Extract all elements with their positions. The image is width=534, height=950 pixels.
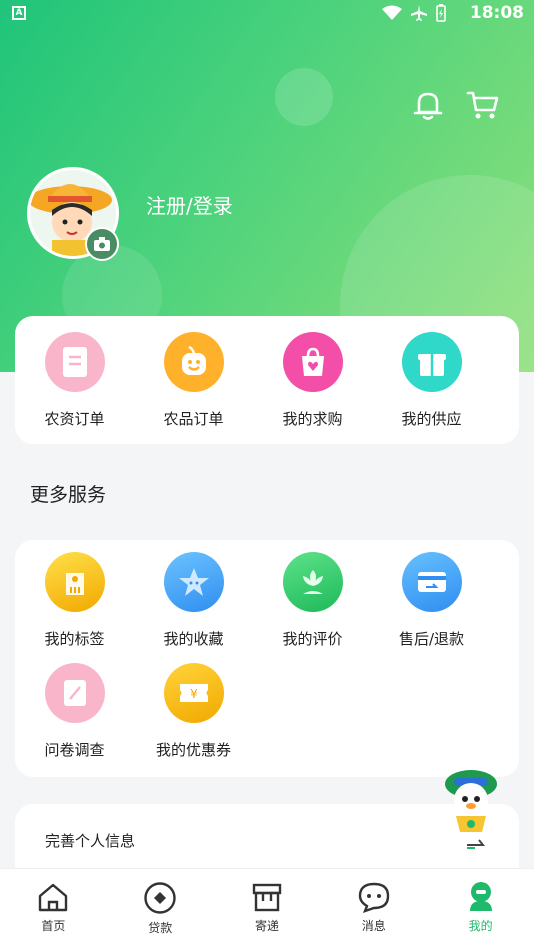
order-item-farm-products[interactable]: 农品订单 — [134, 332, 253, 429]
clock: 18:08 — [469, 3, 524, 23]
tab-label: 我的 — [468, 919, 493, 933]
tab-label: 消息 — [361, 919, 386, 933]
order-item-purchase-requests[interactable]: 我的求购 — [253, 332, 372, 429]
section-title-more-services: 更多服务 — [30, 484, 107, 506]
delivery-box-icon — [252, 883, 282, 912]
more-services-card: 我的标签 我的收藏 我的评价 售后/退款 问卷调查 ¥ 我的优惠券 — [15, 540, 519, 777]
order-item-label: 我的求购 — [282, 410, 343, 428]
service-item-label: 我的优惠券 — [155, 741, 231, 759]
refund-card-icon — [401, 552, 462, 612]
fruit-face-icon — [163, 332, 224, 392]
tab-label: 寄递 — [254, 919, 279, 933]
service-item-reviews[interactable]: 我的评价 — [253, 552, 372, 649]
order-item-agri-supplies[interactable]: 农资订单 — [15, 332, 134, 429]
star-icon — [163, 552, 224, 612]
tag-icon — [44, 552, 105, 612]
loan-icon — [144, 882, 176, 914]
service-item-label: 我的标签 — [44, 630, 105, 648]
tab-loan[interactable]: 贷款 — [107, 869, 214, 950]
service-item-survey[interactable]: 问卷调查 — [15, 663, 134, 760]
service-item-label: 我的收藏 — [163, 630, 224, 648]
mascot-assistant-icon[interactable] — [440, 766, 502, 838]
orders-card: 农资订单 农品订单 我的求购 我的供应 — [15, 316, 519, 444]
order-item-label: 农资订单 — [44, 410, 105, 428]
tab-home[interactable]: 首页 — [0, 869, 107, 950]
tab-label: 首页 — [41, 919, 66, 933]
service-item-label: 问卷调查 — [44, 741, 105, 759]
order-item-my-supply[interactable]: 我的供应 — [372, 332, 491, 429]
bell-icon[interactable] — [411, 88, 445, 122]
cart-icon[interactable] — [466, 88, 500, 122]
flower-icon — [282, 552, 343, 612]
survey-icon — [44, 663, 105, 723]
service-item-tags[interactable]: 我的标签 — [15, 552, 134, 649]
complete-profile-title: 完善个人信息 — [45, 832, 136, 850]
service-item-coupons[interactable]: ¥ 我的优惠券 — [134, 663, 253, 760]
bottom-tab-bar: 首页 贷款 寄递 消息 我的 — [0, 868, 534, 950]
login-register-link[interactable]: 注册/登录 — [146, 190, 233, 219]
decor-bubble — [275, 68, 333, 126]
airplane-icon — [411, 5, 427, 21]
service-item-label: 我的评价 — [282, 630, 343, 648]
coupon-icon: ¥ — [163, 663, 224, 723]
home-icon — [39, 883, 68, 912]
service-item-favorites[interactable]: 我的收藏 — [134, 552, 253, 649]
notification-a-icon: A — [12, 6, 26, 20]
tab-mine[interactable]: 我的 — [427, 869, 534, 950]
camera-icon[interactable] — [85, 227, 119, 261]
wifi-icon — [382, 5, 402, 20]
document-icon — [44, 332, 105, 392]
service-item-label: 售后/退款 — [398, 630, 465, 648]
service-item-after-sales[interactable]: 售后/退款 — [372, 552, 491, 649]
tab-delivery[interactable]: 寄递 — [214, 869, 321, 950]
message-icon — [358, 882, 389, 913]
gift-box-icon — [401, 332, 462, 392]
tab-messages[interactable]: 消息 — [320, 869, 427, 950]
tab-label: 贷款 — [148, 921, 173, 935]
svg-text:¥: ¥ — [190, 687, 198, 701]
profile-icon — [469, 882, 492, 911]
status-bar: A 18:08 — [0, 0, 534, 28]
battery-icon — [436, 4, 446, 22]
shopping-bag-heart-icon — [282, 332, 343, 392]
order-item-label: 农品订单 — [163, 410, 224, 428]
order-item-label: 我的供应 — [401, 410, 462, 428]
